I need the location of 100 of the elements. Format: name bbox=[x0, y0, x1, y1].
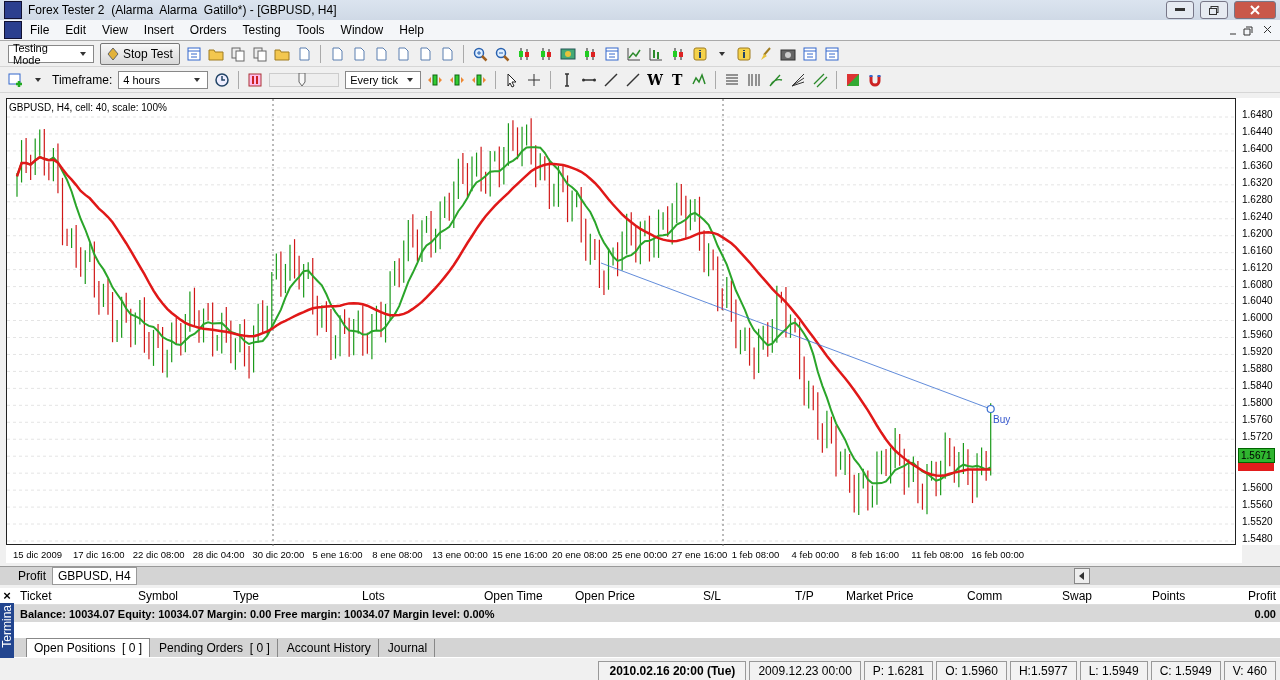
trend-line[interactable] bbox=[600, 262, 995, 414]
scroll-left-button[interactable] bbox=[1074, 568, 1090, 584]
time-label: 11 feb 08:00 bbox=[911, 548, 965, 560]
status-field: O: 1.5960 bbox=[936, 661, 1007, 680]
crosshair-icon[interactable] bbox=[526, 71, 543, 88]
clock-icon[interactable] bbox=[214, 71, 231, 88]
price-label: 1.5760 bbox=[1241, 413, 1274, 428]
window-icon[interactable] bbox=[823, 45, 840, 62]
lines-icon[interactable] bbox=[724, 71, 741, 88]
time-label: 25 ene 00:00 bbox=[611, 548, 669, 560]
menu-item[interactable]: Testing bbox=[234, 23, 289, 37]
menu-item[interactable]: File bbox=[22, 23, 58, 37]
price-label: 1.6480 bbox=[1241, 108, 1274, 122]
price-label: 1.5720 bbox=[1241, 430, 1274, 445]
terminal-tab[interactable]: Pending Orders [ 0 ] bbox=[152, 639, 278, 657]
timeframe-dropdown[interactable]: 4 hours bbox=[118, 70, 209, 89]
info-icon[interactable] bbox=[735, 45, 752, 62]
terminal-tab[interactable]: Open Positions [ 0 ] bbox=[26, 638, 151, 657]
menu-item[interactable]: View bbox=[94, 23, 136, 37]
window-icon[interactable] bbox=[603, 45, 620, 62]
app-logo-icon bbox=[4, 21, 22, 39]
info-icon[interactable] bbox=[691, 45, 708, 62]
price-label: 1.6440 bbox=[1241, 124, 1274, 139]
time-label: 8 ene 08:00 bbox=[372, 548, 424, 560]
palette-icon[interactable] bbox=[845, 71, 862, 88]
window-icon[interactable] bbox=[801, 45, 818, 62]
zoom-in-icon[interactable] bbox=[471, 45, 488, 62]
time-label: 20 ene 08:00 bbox=[552, 548, 609, 560]
column-header[interactable]: Open Price bbox=[575, 589, 703, 603]
time-label: 15 dic 2009 bbox=[13, 548, 64, 560]
step-icon[interactable] bbox=[449, 71, 466, 88]
column-header[interactable]: Ticket bbox=[20, 589, 138, 603]
step-icon[interactable] bbox=[427, 71, 444, 88]
copy-icon[interactable] bbox=[229, 45, 246, 62]
price-label: 1.5560 bbox=[1241, 497, 1274, 512]
column-header[interactable]: Comm bbox=[967, 589, 1062, 603]
column-header[interactable]: Lots bbox=[362, 589, 484, 603]
terminal-tab[interactable]: Account History bbox=[279, 639, 379, 657]
close-button[interactable]: × bbox=[0, 588, 14, 603]
mode-dropdown[interactable]: Testing Mode bbox=[8, 44, 94, 63]
price-label: 1.5520 bbox=[1241, 514, 1274, 529]
stop-test-button[interactable]: Stop Test bbox=[100, 42, 180, 65]
status-field: P: 1.6281 bbox=[863, 661, 934, 680]
menu-item[interactable]: Edit bbox=[57, 23, 95, 37]
column-header[interactable]: S/L bbox=[703, 589, 795, 603]
status-field: L: 1.5949 bbox=[1079, 661, 1148, 680]
status-field: 2010.02.16 20:00 (Tue) bbox=[598, 661, 747, 680]
column-header[interactable]: Market Price bbox=[846, 589, 967, 603]
time-label: 22 dic 08:00 bbox=[132, 548, 186, 560]
close-button[interactable] bbox=[1234, 1, 1276, 19]
tick-mode-dropdown[interactable]: Every tick bbox=[345, 70, 422, 89]
diamond-icon bbox=[107, 46, 119, 61]
step-icon[interactable] bbox=[471, 71, 488, 88]
text-tool-button[interactable]: T bbox=[669, 71, 686, 88]
trend-line-icon[interactable] bbox=[625, 71, 642, 88]
menu-item[interactable]: Help bbox=[391, 23, 432, 37]
price-label: 1.5600 bbox=[1241, 480, 1274, 495]
chart-add-icon[interactable] bbox=[8, 71, 24, 88]
price-label: 1.6400 bbox=[1241, 141, 1274, 156]
trend-line-icon[interactable] bbox=[603, 71, 620, 88]
menu-item[interactable]: Tools bbox=[288, 23, 333, 37]
column-header[interactable]: Points bbox=[1152, 589, 1237, 603]
column-header[interactable]: Profit bbox=[1237, 589, 1280, 603]
channel-icon[interactable] bbox=[812, 71, 829, 88]
minimize-icon bbox=[1175, 8, 1185, 12]
terminal-tab[interactable]: Journal bbox=[380, 639, 436, 657]
price-label: 1.6120 bbox=[1241, 260, 1274, 275]
window-icon[interactable] bbox=[185, 45, 202, 62]
zoom-out-icon[interactable] bbox=[493, 45, 510, 62]
fan-icon[interactable] bbox=[790, 71, 807, 88]
menu-item[interactable]: Window bbox=[332, 23, 392, 37]
menu-item[interactable]: Insert bbox=[135, 23, 182, 37]
speed-slider[interactable] bbox=[269, 72, 340, 87]
line-chart-icon[interactable] bbox=[625, 45, 642, 62]
time-label: 5 ene 16:00 bbox=[312, 548, 364, 560]
pause-icon[interactable] bbox=[247, 71, 264, 88]
text-tool-button[interactable]: W bbox=[647, 71, 664, 88]
minimize-button[interactable] bbox=[1166, 1, 1194, 19]
column-header[interactable]: Type bbox=[233, 589, 362, 603]
price-label: 1.6200 bbox=[1241, 226, 1274, 241]
restore-button[interactable] bbox=[1200, 1, 1228, 19]
time-label: 8 feb 16:00 bbox=[851, 548, 900, 560]
chart-tab[interactable]: GBPUSD, H4 bbox=[52, 567, 137, 585]
column-header[interactable]: Open Time bbox=[484, 589, 575, 603]
restore-icon bbox=[1209, 5, 1219, 15]
menu-item[interactable]: Orders bbox=[181, 23, 235, 37]
copy-icon[interactable] bbox=[251, 45, 268, 62]
column-header[interactable]: Symbol bbox=[138, 589, 233, 603]
column-header[interactable]: T/P bbox=[795, 589, 846, 603]
bar-chart-icon[interactable] bbox=[647, 45, 664, 62]
price-label: 1.6360 bbox=[1241, 158, 1274, 173]
price-chart[interactable]: GBPUSD, H4, cell: 40, scale: 100% Buy bbox=[6, 98, 1236, 545]
column-header[interactable]: Swap bbox=[1062, 589, 1152, 603]
status-field: 2009.12.23 00:00 bbox=[749, 661, 861, 680]
slider-thumb[interactable] bbox=[298, 72, 307, 87]
price-label: 1.6000 bbox=[1241, 311, 1274, 326]
bars-icon[interactable] bbox=[746, 71, 763, 88]
price-marker bbox=[1238, 463, 1274, 471]
price-label: 1.6160 bbox=[1241, 243, 1274, 258]
time-label: 28 dic 04:00 bbox=[192, 548, 246, 560]
